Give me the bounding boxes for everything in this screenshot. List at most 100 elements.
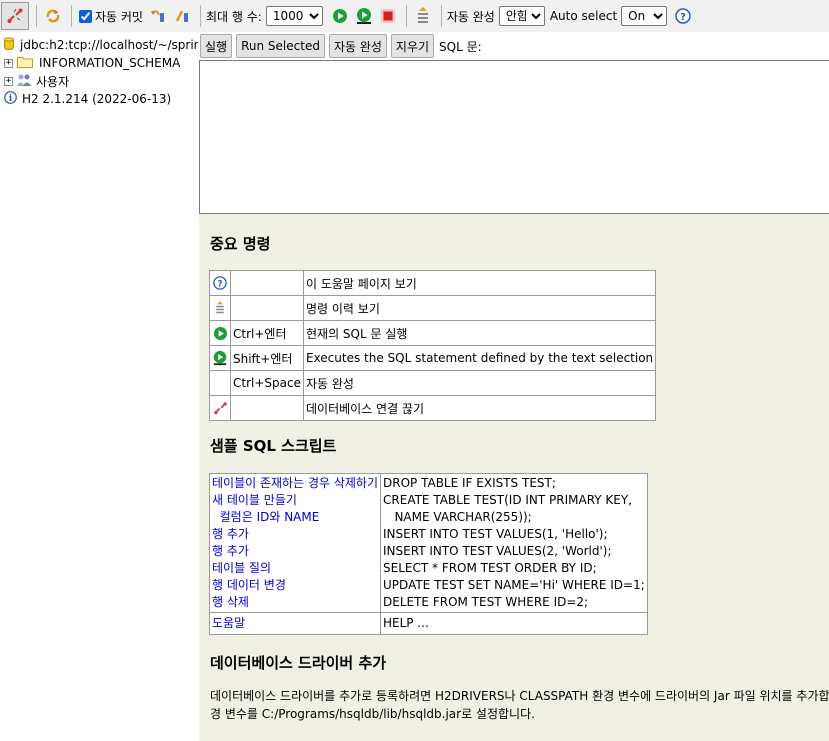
autocomplete-select[interactable]: 안함 (498, 6, 545, 26)
command-key (230, 395, 304, 421)
sample-sql-line: UPDATE TEST SET NAME='Hi' WHERE ID=1; (383, 578, 645, 592)
command-icon-cell (209, 320, 231, 346)
run-selected-icon (212, 350, 228, 366)
toolbar-separator (199, 5, 201, 27)
sample-link[interactable]: 행 추가 (212, 543, 378, 560)
stop-button[interactable] (377, 2, 399, 30)
command-key: Shift+엔터 (230, 345, 304, 371)
command-row: 명령 이력 보기 (209, 295, 657, 321)
svg-text:?: ? (217, 280, 222, 290)
help-icon: ? (213, 276, 227, 291)
command-icon-cell (209, 345, 231, 371)
sql-input[interactable] (199, 60, 829, 214)
commands-table: ? 이 도움말 페이지 보기 명령 이력 보기 Ctrl+엔터 현재의 SQL 문 실행… (209, 270, 657, 421)
sql-label: SQL 문: (439, 39, 482, 54)
command-desc: 데이터베이스 연결 끊기 (302, 395, 657, 421)
command-desc: 현재의 SQL 문 실행 (302, 320, 657, 346)
command-key (230, 270, 304, 296)
command-row: Ctrl+Space 자동 완성 (209, 370, 657, 396)
sample-sql-line: NAME VARCHAR(255)); (383, 510, 532, 524)
expand-icon[interactable]: + (4, 58, 13, 68)
svg-text:i: i (9, 94, 13, 104)
run-icon (329, 5, 351, 27)
maxrows-label: 최대 행 수: (205, 9, 262, 24)
autocomplete-label: 자동 완성 (446, 9, 495, 24)
object-tree: jdbc:h2:tcp://localhost/~/springtest + I… (0, 32, 198, 741)
sample-link[interactable]: 테이블이 존재하는 경우 삭제하기 (212, 475, 378, 492)
driver-paragraph: 데이터베이스 드라이버를 추가로 등록하려면 H2DRIVERS나 CLASSP… (210, 687, 829, 723)
sample-links-cell: 테이블이 존재하는 경우 삭제하기 새 테이블 만들기 컬럼은 ID와 NAME 행… (208, 473, 382, 613)
driver-text-line: 경 변수를 C:/Programs/hsqldb/lib/hsqldb.jar로… (210, 707, 535, 721)
autoselect-select[interactable]: On (621, 6, 668, 26)
toolbar: 자동 커밋 최대 행 수: 1000 자동 완성 안함 Auto select … (0, 0, 829, 32)
toolbar-separator (440, 5, 442, 27)
refresh-button[interactable] (42, 2, 64, 30)
sample-link[interactable]: 행 추가 (212, 526, 378, 543)
maxrows-select[interactable]: 1000 (265, 6, 323, 26)
toolbar-separator (36, 5, 37, 27)
run-selected-button[interactable] (353, 2, 375, 30)
command-key (230, 295, 304, 321)
autocommit-checkbox[interactable] (79, 9, 92, 23)
help-panel: 중요 명령 ? 이 도움말 페이지 보기 명령 이력 보기 Ctrl+엔터 현재의 SQ… (199, 214, 829, 741)
command-icon-cell (209, 370, 231, 396)
database-icon (4, 37, 14, 54)
refresh-icon (42, 5, 64, 27)
svg-text:?: ? (680, 12, 686, 23)
sample-link[interactable]: 행 데이터 변경 (212, 577, 378, 594)
disconnect-icon (4, 5, 26, 27)
help-button[interactable]: ? (672, 2, 694, 30)
sample-sql-line: CREATE TABLE TEST(ID INT PRIMARY KEY, (383, 493, 633, 507)
run-button[interactable]: 실행 (200, 34, 233, 58)
sample-sql-cell: DROP TABLE IF EXISTS TEST; CREATE TABLE T… (380, 473, 648, 613)
toolbar-separator (71, 5, 72, 27)
command-row: Ctrl+엔터 현재의 SQL 문 실행 (209, 320, 657, 346)
driver-text-line: 데이터베이스 드라이버를 추가로 등록하려면 H2DRIVERS나 CLASSP… (210, 689, 829, 703)
users-icon (17, 73, 31, 90)
expand-icon[interactable]: + (4, 76, 13, 86)
driver-title: 데이터베이스 드라이버 추가 (210, 654, 387, 672)
command-desc: 자동 완성 (302, 370, 657, 396)
sample-sql-line: SELECT * FROM TEST ORDER BY ID; (383, 561, 597, 575)
command-desc: 명령 이력 보기 (302, 295, 657, 321)
tree-connection[interactable]: jdbc:h2:tcp://localhost/~/springtest (0, 36, 198, 54)
history-icon (412, 5, 434, 27)
rollback-icon (147, 5, 169, 27)
disconnect-button[interactable] (1, 2, 29, 30)
command-icon-cell: ? (209, 270, 231, 296)
help-link-cell: 도움말 (208, 612, 382, 635)
sample-link[interactable]: 행 삭제 (212, 594, 378, 611)
table-row: 도움말 HELP ... (208, 612, 648, 635)
table-row: 테이블이 존재하는 경우 삭제하기 새 테이블 만들기 컬럼은 ID와 NAME 행… (208, 473, 648, 613)
sample-table: 테이블이 존재하는 경우 삭제하기 새 테이블 만들기 컬럼은 ID와 NAME 행… (208, 473, 648, 635)
autocommit-label: 자동 커밋 (95, 9, 143, 24)
commit-icon (171, 5, 193, 27)
tree-item-users[interactable]: + 사용자 (0, 72, 198, 90)
sample-sql-line: INSERT INTO TEST VALUES(1, 'Hello'); (383, 527, 608, 541)
query-bar: 실행 Run Selected 자동 완성 지우기 SQL 문: (198, 32, 829, 60)
run-selected-button[interactable]: Run Selected (236, 34, 325, 58)
sample-link[interactable]: 컬럼은 ID와 NAME (212, 509, 378, 526)
tree-version: i H2 2.1.214 (2022-06-13) (0, 90, 198, 108)
sample-sql-line: DELETE FROM TEST WHERE ID=2; (383, 595, 589, 609)
commit-button[interactable] (171, 2, 193, 30)
sample-link[interactable]: 테이블 질의 (212, 560, 378, 577)
rollback-button[interactable] (147, 2, 169, 30)
tree-item-label: INFORMATION_SCHEMA (39, 56, 181, 70)
clear-button[interactable]: 지우기 (390, 34, 435, 58)
command-key: Ctrl+엔터 (230, 320, 304, 346)
version-label: H2 2.1.214 (2022-06-13) (22, 92, 172, 106)
sample-title: 샘플 SQL 스크립트 (210, 437, 337, 455)
history-icon (214, 299, 226, 317)
autocomplete-button[interactable]: 자동 완성 (328, 34, 387, 58)
run-button[interactable] (329, 2, 351, 30)
folder-icon (17, 55, 33, 71)
command-icon-cell (209, 295, 231, 321)
sample-link[interactable]: 새 테이블 만들기 (212, 492, 378, 509)
help-link[interactable]: 도움말 (212, 615, 378, 632)
history-button[interactable] (412, 2, 434, 30)
sample-sql-line: INSERT INTO TEST VALUES(2, 'World'); (383, 544, 612, 558)
command-desc: Executes the SQL statement defined by th… (302, 345, 657, 371)
stop-icon (377, 5, 399, 27)
tree-item-information-schema[interactable]: + INFORMATION_SCHEMA (0, 54, 198, 72)
